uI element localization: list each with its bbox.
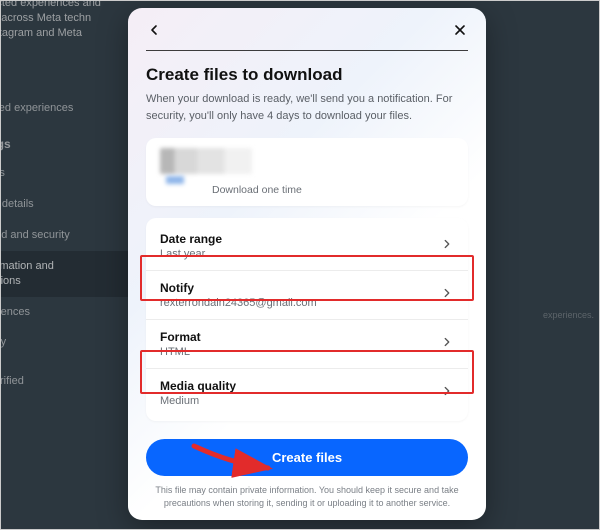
account-name-blurred: [166, 176, 184, 184]
options-card: Date range Last year Notify rexterrondai…: [146, 218, 468, 421]
footer-note: This file may contain private informatio…: [146, 484, 468, 510]
format-value: HTML: [160, 346, 201, 358]
chevron-right-icon: [440, 384, 454, 403]
create-files-button[interactable]: Create files: [146, 439, 468, 476]
account-avatar-blurred: [160, 148, 252, 174]
notify-value: rexterrondain24365@gmail.com: [160, 297, 317, 309]
chevron-right-icon: [440, 335, 454, 354]
account-card: Download one time: [146, 138, 468, 206]
row-media-quality[interactable]: Media quality Medium: [146, 368, 468, 417]
row-notify[interactable]: Notify rexterrondain24365@gmail.com: [146, 270, 468, 319]
download-once-label: Download one time: [160, 184, 454, 196]
chevron-right-icon: [440, 237, 454, 256]
modal-title: Create files to download: [146, 65, 468, 85]
close-icon[interactable]: [452, 22, 468, 38]
media-quality-value: Medium: [160, 395, 236, 407]
media-quality-label: Media quality: [160, 379, 236, 393]
modal-subtitle: When your download is ready, we'll send …: [146, 91, 468, 124]
row-format[interactable]: Format HTML: [146, 319, 468, 368]
divider: [146, 50, 468, 51]
format-label: Format: [160, 330, 201, 344]
notify-label: Notify: [160, 281, 317, 295]
create-files-modal: Create files to download When your downl…: [128, 8, 486, 520]
back-icon[interactable]: [146, 22, 162, 38]
row-date-range[interactable]: Date range Last year: [146, 222, 468, 270]
app-root: nnected experiences and ings across Meta…: [0, 0, 600, 530]
chevron-right-icon: [440, 286, 454, 305]
date-range-label: Date range: [160, 232, 222, 246]
date-range-value: Last year: [160, 248, 222, 260]
